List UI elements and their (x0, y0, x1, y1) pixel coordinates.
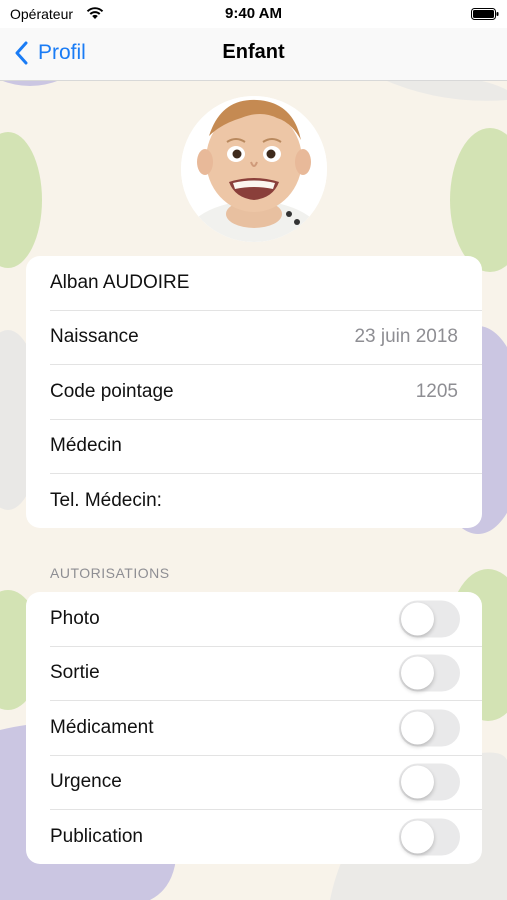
battery-icon (471, 8, 499, 20)
sortie-toggle[interactable] (399, 654, 460, 692)
birth-date-value: 23 juin 2018 (354, 326, 458, 348)
check-in-code-value: 1205 (415, 380, 458, 402)
toggle-knob (401, 820, 434, 854)
child-name: Alban AUDOIRE (50, 271, 190, 293)
authorizations-header: AUTORISATIONS (50, 565, 170, 581)
authorization-row-sortie: Sortie (50, 647, 482, 701)
doctor-label: Médecin (50, 435, 122, 457)
authorizations-card: Photo Sortie Médicament Urgence Publicat… (26, 592, 482, 864)
authorization-label-urgence: Urgence (50, 771, 122, 793)
doctor-phone-row[interactable]: Tel. Médecin: (50, 474, 482, 528)
urgence-toggle[interactable] (399, 763, 460, 801)
birth-date-label: Naissance (50, 326, 139, 348)
toggle-knob (401, 711, 434, 745)
authorization-label-publication: Publication (50, 825, 143, 847)
status-time: 9:40 AM (225, 5, 282, 22)
doctor-phone-label: Tel. Médecin: (50, 489, 162, 511)
publication-toggle[interactable] (399, 818, 460, 856)
authorization-row-medicament: Médicament (50, 701, 482, 756)
authorization-label-sortie: Sortie (50, 662, 100, 684)
authorization-row-photo: Photo (50, 592, 482, 647)
doctor-row[interactable]: Médecin (50, 420, 482, 474)
photo-toggle[interactable] (399, 600, 460, 638)
child-avatar[interactable] (181, 96, 327, 242)
navigation-bar: Profil Enfant (0, 28, 507, 81)
child-info-card: Alban AUDOIRE Naissance 23 juin 2018 Cod… (26, 256, 482, 528)
birth-date-row[interactable]: Naissance 23 juin 2018 (50, 311, 482, 365)
authorization-row-urgence: Urgence (50, 756, 482, 810)
toggle-knob (401, 765, 434, 799)
status-bar: Opérateur 9:40 AM (0, 0, 507, 28)
page-title: Enfant (222, 41, 285, 63)
child-photo (181, 96, 327, 242)
check-in-code-row[interactable]: Code pointage 1205 (50, 365, 482, 420)
authorization-label-medicament: Médicament (50, 716, 154, 738)
medicament-toggle[interactable] (399, 709, 460, 747)
authorization-row-publication: Publication (50, 810, 482, 864)
check-in-code-label: Code pointage (50, 380, 174, 402)
toggle-knob (401, 602, 434, 636)
child-name-row[interactable]: Alban AUDOIRE (50, 256, 482, 311)
authorization-label-photo: Photo (50, 607, 100, 629)
toggle-knob (401, 656, 434, 690)
